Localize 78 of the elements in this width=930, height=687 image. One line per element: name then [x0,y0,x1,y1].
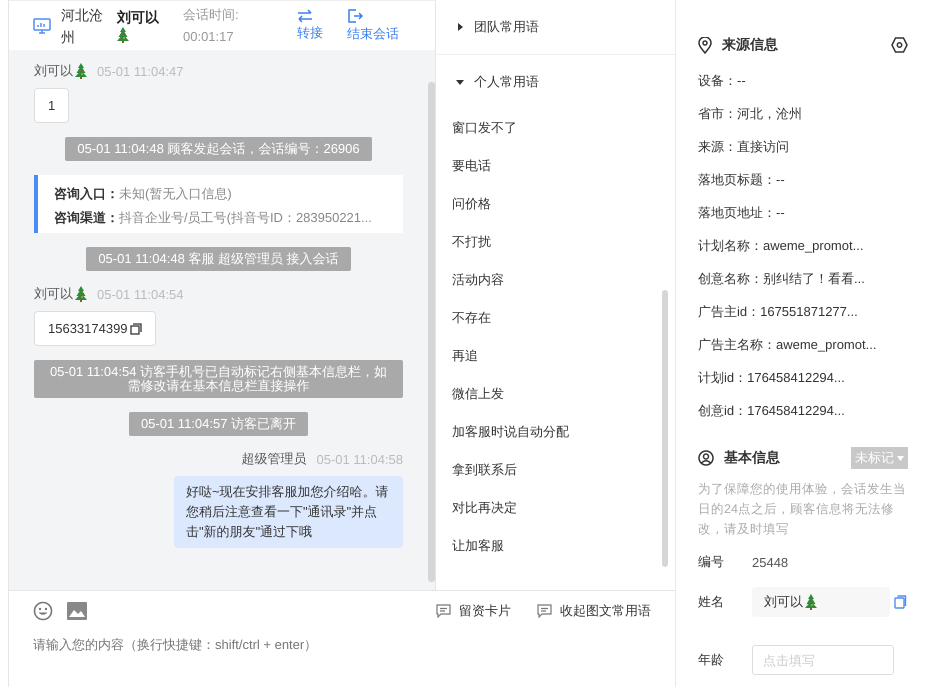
source-info-line: 创意名称：别纠结了！看看... [698,270,866,288]
source-info-line: 设备：-- [698,72,747,90]
source-info-line: 来源：直接访问 [698,138,790,156]
field-label: 编号 [698,553,725,571]
caret-down-icon [897,456,904,460]
source-info-line: 计划名称：aweme_promot... [698,236,864,255]
info-value: 未知(暂无入口信息) [119,185,232,203]
source-info-line: 创意id：176458412294... [698,402,846,420]
sender-name: 超级管理员 [242,450,306,468]
scrollbar[interactable] [428,82,435,582]
phrase-item[interactable]: 对比再决定 [452,489,675,527]
caret-right-icon [456,23,464,31]
smiley-icon[interactable] [33,601,53,621]
phrase-item[interactable]: 加客服时说自动分配 [452,413,675,451]
swap-arrows-icon [297,8,313,22]
message-bubble: 15633174399 [34,311,156,346]
system-notice: 05-01 11:04:57 访客已离开 [128,412,308,436]
source-info-line: 广告主名称：aweme_promot... [698,336,878,354]
phrase-group-header[interactable]: 个人常用语 [436,55,675,109]
comment-icon [436,604,451,618]
user-circle-icon [698,450,714,466]
phrase-item[interactable]: 窗口发不了 [452,109,675,147]
settings-icon[interactable] [891,37,908,53]
source-info-line: 落地页标题：-- [698,170,786,188]
tree-icon [805,594,817,610]
location-pin-icon [698,36,712,54]
exit-icon [347,8,363,24]
toolbar-button[interactable]: 留资卡片 [436,602,511,620]
message-bubble: 1 [34,88,70,123]
system-notice: 05-01 11:04:48 顾客发起会话，会话编号：26906 [65,137,372,161]
section-title: 来源信息 [722,36,778,54]
info-label: 咨询渠道： [54,209,119,227]
phrase-item[interactable]: 活动内容 [452,261,675,299]
sender-name: 刘可以 [34,62,73,80]
visitor-location: 河北沧州 [61,6,104,46]
visitor-name: 刘可以 [117,8,159,26]
scrollbar[interactable] [662,290,668,567]
tree-icon [75,63,87,79]
end-session-button[interactable]: 结束会话 [347,8,399,44]
system-notice: 05-01 11:04:48 客服 超级管理员 接入会话 [86,247,351,271]
field-value: 25448 [752,554,788,570]
name-field[interactable]: 刘可以 [752,587,890,617]
source-info-line: 省市：河北，沧州 [698,104,803,122]
notice-text: 为了保障您的使用体验，会话发生当日的24点之后，顾客信息将无法修改，请及时填写 [698,481,907,538]
session-timer: 会话时间: 00:01:17 [183,6,240,46]
transfer-button[interactable]: 转接 [297,8,323,42]
tree-icon [75,286,87,302]
message-input[interactable]: 请输入您的内容（换行快捷键：shift/ctrl + enter） [33,637,433,652]
info-label: 咨询入口： [54,185,119,203]
tree-icon [117,26,129,42]
source-info-line: 广告主id：167551871277... [698,302,859,320]
phrase-item[interactable]: 不打扰 [452,223,675,261]
phrase-item[interactable]: 不存在 [452,299,675,337]
field-label: 年龄 [698,651,725,669]
section-title: 基本信息 [724,449,780,467]
source-info-line: 计划id：176458412294... [698,368,846,386]
message-time: 05-01 11:04:54 [97,286,184,302]
message-bubble: 好哒~现在安排客服加您介绍哈。请您稍后注意查看一下"通讯录"并点击"新的朋友"通过下哦 [174,476,403,548]
phrase-group-header[interactable]: 团队常用语 [436,0,675,55]
phrase-item[interactable]: 问价格 [452,185,675,223]
caret-down-icon [456,78,464,86]
monitor-icon [33,18,51,34]
copy-icon[interactable] [130,322,142,334]
message-time: 05-01 11:04:47 [97,64,184,78]
sender-name: 刘可以 [34,285,73,303]
phrase-item[interactable]: 拿到联系后 [452,451,675,489]
info-value: 抖音企业号/员工号(抖音号ID：283950221... [119,209,372,227]
field-label: 姓名 [698,593,725,611]
image-icon[interactable] [67,602,87,620]
toolbar-button[interactable]: 收起图文常用语 [537,602,651,620]
source-info-line: 落地页地址：-- [698,204,786,222]
phrase-item[interactable]: 让加客服 [452,527,675,565]
phrase-item[interactable]: 要电话 [452,147,675,185]
comment-icon [537,604,552,618]
phrase-item[interactable]: 再追 [452,337,675,375]
phrase-item[interactable]: 微信上发 [452,375,675,413]
message-time: 05-01 11:04:58 [316,452,403,466]
system-notice: 05-01 11:04:54 访客手机号已自动标记右侧基本信息栏，如需修改请在基本信息栏直接操作 [34,360,403,398]
